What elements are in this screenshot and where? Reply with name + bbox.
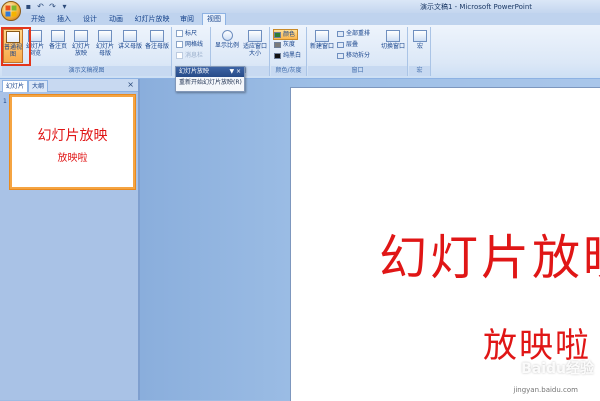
arrange-all-button[interactable]: 全部重排 <box>337 29 370 38</box>
macro-icon <box>413 30 427 42</box>
black-white-swatch-icon <box>274 52 281 59</box>
tab-review[interactable]: 审阅 <box>177 14 197 25</box>
tab-insert[interactable]: 插入 <box>54 14 74 25</box>
group-macro: 宏 宏 <box>409 27 431 76</box>
notes-page-icon <box>51 30 65 42</box>
move-split-button[interactable]: 移动拆分 <box>337 51 370 60</box>
tab-animation[interactable]: 动画 <box>106 14 126 25</box>
group-label: 演示文稿视图 <box>2 66 171 76</box>
handout-master-icon <box>123 30 137 42</box>
move-split-icon <box>337 52 344 59</box>
undo-icon[interactable]: ↶ <box>36 2 45 11</box>
tab-design[interactable]: 设计 <box>80 14 100 25</box>
slideshow-icon <box>74 30 88 42</box>
checkbox-icon <box>176 52 183 59</box>
slide-number: 1 <box>3 98 7 105</box>
switch-window-icon <box>386 30 400 42</box>
notes-master-button[interactable]: 备注母版 <box>145 29 169 63</box>
thumbnail-subtitle: 放映啦 <box>57 153 88 164</box>
arrange-all-icon <box>337 30 344 37</box>
notes-page-button[interactable]: 备注页 <box>48 29 68 63</box>
macro-button[interactable]: 宏 <box>410 29 430 63</box>
message-bar-checkbox: 消息栏 <box>176 51 203 60</box>
fit-window-icon <box>248 30 262 42</box>
panel-tabs: 幻灯片 大纲 × <box>0 79 138 92</box>
watermark: Baidu经验 jingyan.baidu.com <box>455 354 600 400</box>
group-color-grayscale: 颜色 灰度 纯黑白 颜色/灰度 <box>271 27 307 76</box>
new-window-icon <box>315 30 329 42</box>
tab-outline[interactable]: 大纲 <box>28 80 49 92</box>
cascade-button[interactable]: 层叠 <box>337 40 358 49</box>
grayscale-button[interactable]: 灰度 <box>274 40 295 49</box>
dropdown-controls-icon[interactable]: ▼ × <box>229 67 241 77</box>
handout-master-button[interactable]: 讲义母版 <box>118 29 142 63</box>
switch-window-button[interactable]: 切换窗口 <box>380 29 406 63</box>
group-label: 宏 <box>409 66 430 76</box>
slideshow-view-button[interactable]: 幻灯片放映 <box>71 29 91 63</box>
fit-to-window-button[interactable]: 适应窗口大小 <box>242 29 268 63</box>
checkbox-icon <box>176 30 183 37</box>
ruler-checkbox[interactable]: 标尺 <box>176 29 197 38</box>
magnifier-icon <box>221 30 233 41</box>
grayscale-swatch-icon <box>274 41 281 48</box>
slide-title[interactable]: 幻灯片放映 <box>379 218 600 288</box>
color-button[interactable]: 颜色 <box>273 29 299 40</box>
slideshow-dropdown: 幻灯片放映 ▼ × 重新开始幻灯片放映(R) <box>175 66 245 92</box>
tab-slideshow[interactable]: 幻灯片放映 <box>132 14 172 25</box>
cascade-icon <box>337 41 344 48</box>
tab-slides[interactable]: 幻灯片 <box>2 80 29 92</box>
office-logo-icon <box>5 5 17 17</box>
redo-icon[interactable]: ↷ <box>48 2 57 11</box>
quick-access-toolbar: ▪ ↶ ↷ ▾ <box>24 1 69 11</box>
highlight-box <box>1 27 31 66</box>
watermark-logo: Baidu经验 <box>521 361 594 377</box>
slide-thumbnail[interactable]: 幻灯片放映 放映啦 <box>10 95 135 189</box>
slide-master-icon <box>98 30 112 42</box>
group-window: 新建窗口 全部重排 层叠 移动拆分 切换窗口 窗口 <box>308 27 408 76</box>
window-title: 演示文稿1 - Microsoft PowerPoint <box>420 3 533 11</box>
slide-master-button[interactable]: 幻灯片母版 <box>95 29 115 63</box>
ribbon: 普通视图 幻灯片浏览 备注页 幻灯片放映 幻灯片母版 讲义母版 备注母版 演示文… <box>0 25 600 79</box>
black-white-button[interactable]: 纯黑白 <box>274 51 301 60</box>
group-label: 窗口 <box>308 66 407 76</box>
group-label: 颜色/灰度 <box>271 66 306 76</box>
thumbnail-title: 幻灯片放映 <box>37 128 108 144</box>
dropdown-header: 幻灯片放映 ▼ × <box>176 67 244 77</box>
slide-workspace: 幻灯片放映 放映啦 <box>140 79 600 401</box>
qat-dropdown-icon[interactable]: ▾ <box>60 2 69 11</box>
title-bar: ▪ ↶ ↷ ▾ 演示文稿1 - Microsoft PowerPoint <box>0 0 600 21</box>
zoom-button[interactable]: 显示比例 <box>215 29 239 63</box>
save-icon[interactable]: ▪ <box>24 2 33 11</box>
color-swatch-icon <box>274 31 281 38</box>
gridlines-checkbox[interactable]: 网格线 <box>176 40 203 49</box>
watermark-url: jingyan.baidu.com <box>513 386 578 394</box>
checkbox-icon <box>176 41 183 48</box>
close-icon[interactable]: × <box>127 80 134 90</box>
restart-slideshow-item[interactable]: 重新开始幻灯片放映(R) <box>176 77 244 89</box>
new-window-button[interactable]: 新建窗口 <box>310 29 334 63</box>
notes-master-icon <box>150 30 164 42</box>
tab-home[interactable]: 开始 <box>28 14 48 25</box>
office-button[interactable] <box>1 1 21 21</box>
